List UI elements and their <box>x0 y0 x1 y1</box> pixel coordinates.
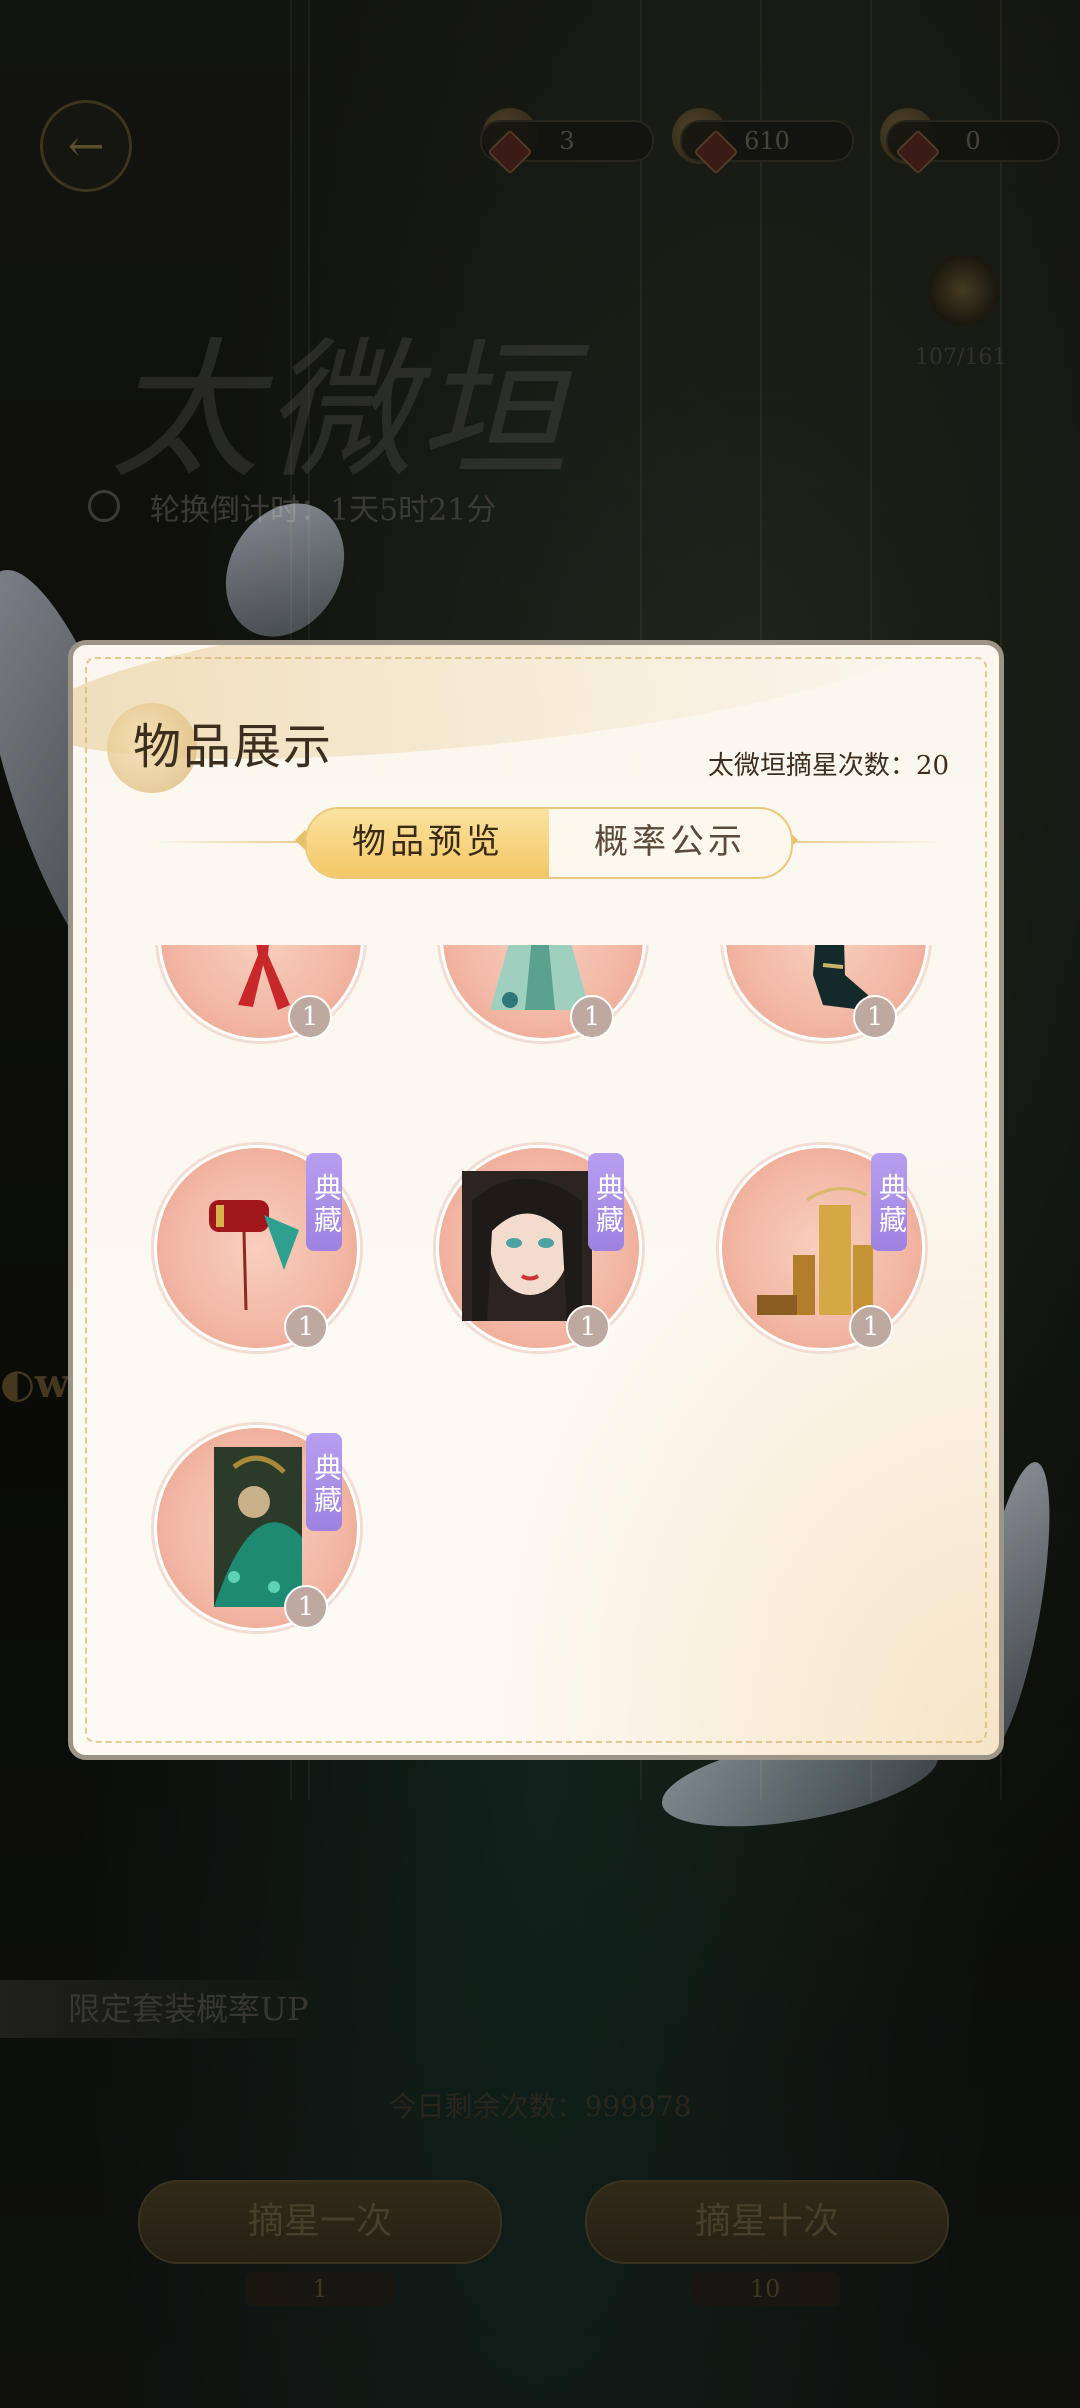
item-count: 1 <box>284 1585 328 1629</box>
tab-bar: 物品预览 概率公示 <box>305 807 793 879</box>
item-card[interactable]: 典藏 1 <box>158 945 364 1041</box>
item-count: 1 <box>566 1305 610 1349</box>
drum-accessory-icon <box>209 1200 299 1311</box>
item-card[interactable]: 典藏 1 <box>719 1145 925 1351</box>
item-card[interactable]: 典藏 1 <box>154 1425 360 1631</box>
item-card[interactable]: 典藏 1 <box>440 945 646 1041</box>
item-count: 1 <box>853 995 897 1039</box>
golden-pillars-icon <box>757 1187 873 1315</box>
tab-probability[interactable]: 概率公示 <box>549 809 791 877</box>
tab-divider-left <box>153 841 303 843</box>
tab-item-preview[interactable]: 物品预览 <box>307 809 549 877</box>
red-ribbon-icon <box>238 945 290 1010</box>
collection-tag: 典藏 <box>588 1153 625 1251</box>
collection-tag: 典藏 <box>306 1153 343 1251</box>
popup-title: 物品展示 <box>133 719 334 775</box>
item-count: 1 <box>288 995 332 1039</box>
item-card[interactable]: 典藏 1 <box>154 1145 360 1351</box>
item-count: 1 <box>849 1305 893 1349</box>
collection-tag: 典藏 <box>871 1153 908 1251</box>
item-card[interactable]: 典藏 1 <box>723 945 929 1041</box>
draw-count: 太微垣摘星次数：20 <box>707 751 949 781</box>
tab-divider-right <box>793 841 943 843</box>
collection-tag: 典藏 <box>306 1433 343 1531</box>
item-card[interactable]: 典藏 1 <box>436 1145 642 1351</box>
peacock-card-icon <box>214 1447 302 1607</box>
portrait-icon <box>462 1171 592 1321</box>
item-count: 1 <box>570 995 614 1039</box>
item-count: 1 <box>284 1305 328 1349</box>
